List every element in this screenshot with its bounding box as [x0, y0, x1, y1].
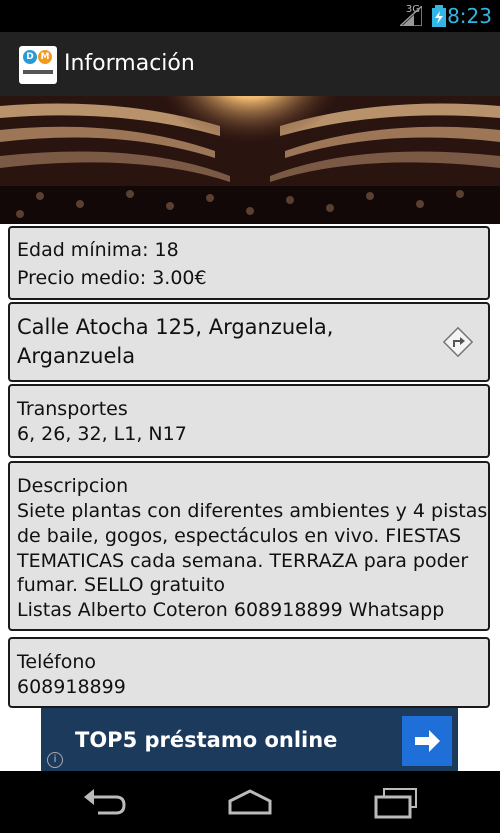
descripcion-line: de baile, gogos, espectáculos en vivo. F… [17, 525, 462, 547]
ad-text[interactable]: TOP5 préstamo online [75, 728, 337, 752]
navigation-bar [0, 771, 500, 833]
descripcion-line: fumar. SELLO gratuito [17, 574, 225, 596]
telefono-value[interactable]: 608918899 [17, 673, 126, 701]
descripcion-line: Listas Alberto Coteron 608918899 Whatsap… [17, 599, 445, 621]
ad-banner[interactable]: TOP5 préstamo online i [41, 708, 458, 771]
descripcion-line: Siete plantas con diferentes ambientes y… [17, 500, 488, 522]
telefono-card[interactable]: Teléfono 608918899 [8, 637, 490, 708]
home-icon[interactable] [226, 785, 274, 819]
venue-photo-art [0, 96, 500, 224]
descripcion-card: Descripcion Siete plantas con diferentes… [8, 461, 490, 631]
address-line-1: Calle Atocha 125, Arganzuela, [17, 315, 334, 339]
telefono-heading: Teléfono [17, 651, 97, 673]
clock: 8:23 [447, 4, 492, 28]
info-icon[interactable]: i [47, 752, 63, 768]
signal-icon [400, 6, 422, 26]
venue-photo [0, 96, 500, 224]
transportes-card: Transportes 6, 26, 32, L1, N17 [8, 384, 490, 458]
ad-gutter-right [458, 708, 500, 771]
ad-button[interactable] [402, 716, 452, 766]
address-line-2: Arganzuela [17, 344, 136, 368]
precio-medio: Precio medio: 3.00€ [17, 267, 207, 289]
address-card[interactable]: Calle Atocha 125, Arganzuela, Arganzuela [8, 302, 490, 382]
descripcion-heading: Descripcion [17, 475, 129, 497]
ad-gutter-left [0, 708, 41, 771]
info-card: Edad mínima: 18 Precio medio: 3.00€ [8, 226, 490, 300]
back-icon[interactable] [80, 785, 128, 819]
status-bar: 3G 8:23 [0, 0, 500, 32]
battery-icon [432, 5, 446, 27]
recents-icon[interactable] [372, 785, 420, 819]
edad-minima: Edad mínima: 18 [17, 239, 179, 261]
arrow-right-icon [415, 730, 440, 752]
directions-icon[interactable] [442, 326, 474, 358]
transportes-value: 6, 26, 32, L1, N17 [17, 423, 187, 445]
action-bar: D M Información [0, 32, 500, 96]
app-logo-icon[interactable]: D M [19, 46, 57, 84]
transportes-heading: Transportes [17, 398, 128, 420]
page-title: Información [64, 51, 195, 76]
info-content: Edad mínima: 18 Precio medio: 3.00€ Call… [0, 224, 500, 708]
